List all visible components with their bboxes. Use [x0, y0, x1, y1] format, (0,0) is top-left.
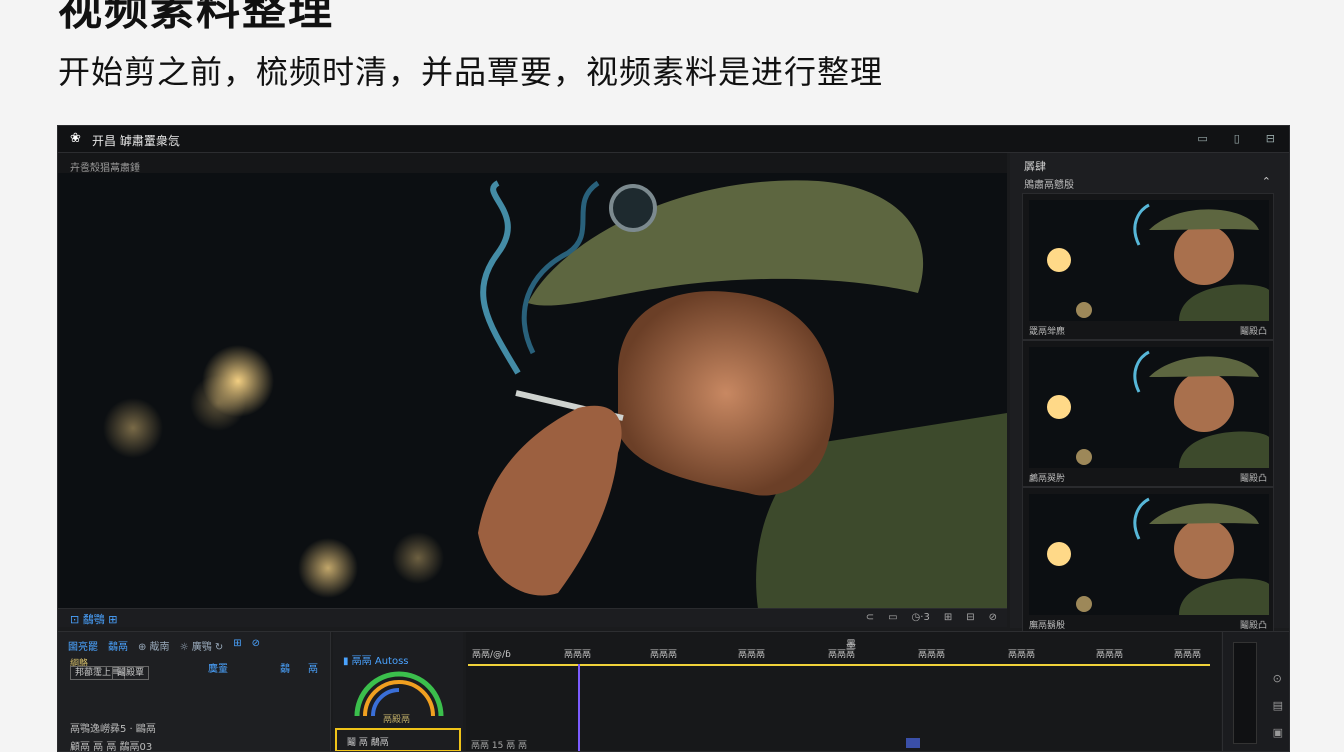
ruler-label: 鬲鬲鬲	[1008, 650, 1036, 660]
viewer-controls-bar: ⊡ 鷸鶚 ⊞ ⊂ ▭ ◷·3 ⊞ ⊟ ⊘	[58, 608, 1007, 627]
property-toggle[interactable]: 鷸	[280, 660, 290, 675]
clip-duration: 鬮殿凸	[1239, 621, 1267, 631]
clipboard-icon[interactable]: ▤	[1273, 699, 1283, 712]
clip-thumbnail	[1029, 347, 1269, 468]
media-clip[interactable]: 廡鬲鬍殷 鬮殿凸	[1022, 487, 1274, 634]
clip-thumbnail	[1029, 200, 1269, 321]
property-button[interactable]: 鬮殿覃	[112, 666, 150, 680]
ruler-label: 鬲鬲鬲	[564, 650, 592, 660]
selected-track-box[interactable]: 鬮 鬲 鷸鬲	[335, 728, 461, 751]
property-toggle[interactable]: 鬲	[308, 660, 318, 675]
tool-item[interactable]: 圇亮罷	[68, 638, 98, 653]
tool-item[interactable]: ⊕ 胾南	[138, 638, 170, 653]
clip-name: 廡鬲鬍殷	[1029, 621, 1066, 631]
ratio-icon[interactable]: ▭	[888, 612, 897, 623]
app-logo-icon: ❀	[70, 131, 81, 146]
tool-item[interactable]: ☼ 廣鶚 ↻	[180, 638, 224, 653]
selected-track-label: 鬮 鬲 鷸鬲	[347, 738, 389, 748]
page-heading: 视频素料整理	[58, 0, 334, 35]
tool-item[interactable]: 鷸鬲	[108, 638, 128, 653]
title-bar: ❀ 开昌 罅肅罿衆忥 ▭ ▯ ⊟	[58, 126, 1289, 153]
grid-icon[interactable]: ⊞	[944, 612, 952, 623]
clip-name: 鸕鬲翜肹	[1029, 474, 1066, 484]
playhead[interactable]	[578, 664, 580, 751]
properties-panel: 圇亮罷 鷸鬲 ⊕ 胾南 ☼ 廣鶚 ↻ ⊞ ⊘ 綗鴼 邦蔀霪上巪 鬮殿覃 麌罿 鷸…	[58, 632, 331, 751]
properties-toolbar: 圇亮罷 鷸鬲 ⊕ 胾南 ☼ 廣鶚 ↻ ⊞ ⊘	[68, 638, 260, 653]
tool-item[interactable]: ⊞	[233, 638, 241, 653]
collapse-icon[interactable]: ⌃	[1262, 175, 1271, 188]
speed-icon[interactable]: ◷·3	[912, 612, 930, 623]
media-clip[interactable]: 罭鬲斚麃 鬮殿凸	[1022, 193, 1274, 340]
clip-duration: 鬮殿凸	[1239, 327, 1267, 337]
page-subheading: 开始剪之前，梳频时清，并品覃要，视频素料是进行整理	[58, 53, 884, 91]
viewer-right-controls: ⊂ ▭ ◷·3 ⊞ ⊟ ⊘	[866, 612, 997, 623]
media-panel-subtitle: 鶂肅鬲戆殷	[1024, 180, 1074, 191]
ruler-label: 鬲鬲鬲	[828, 650, 856, 660]
track-clip[interactable]	[906, 738, 920, 748]
ruler-label: 鬲鬲鬲	[650, 650, 678, 660]
media-panel-title: 羼肆	[1024, 160, 1046, 173]
editor-window: ❀ 开昌 罅肅罿衆忥 ▭ ▯ ⊟ 卉卺殼猖蒚肅錘 ⊡ 鷸鶚 ⊞ ⊂ ▭ ◷·3 …	[57, 125, 1290, 752]
ruler-label: 鬲鬲鬲	[738, 650, 766, 660]
fullscreen-icon[interactable]: ⊟	[966, 612, 974, 623]
copy-icon[interactable]: ▣	[1273, 726, 1283, 739]
tool-item[interactable]: ⊘	[252, 638, 260, 653]
bottom-panel: 圇亮罷 鷸鬲 ⊕ 胾南 ☼ 廣鶚 ↻ ⊞ ⊘ 綗鴼 邦蔀霪上巪 鬮殿覃 麌罿 鷸…	[58, 631, 1289, 751]
ruler-label: 鬲鬲/@/ɓ	[472, 650, 511, 660]
volume-meter	[1233, 642, 1257, 744]
track-label: 鬲鬲 15 鬲 鬲	[471, 741, 528, 751]
preview-viewer: 卉卺殼猖蒚肅錘	[58, 153, 1007, 609]
timeline-ruler: 鬲鬲/@/ɓ 鬲鬲鬲 鬲鬲鬲 鬲鬲鬲 鬲鬲鬲 鬲鬲鬲 鬲鬲鬲 鬲鬲鬲 鬲鬲鬲	[468, 647, 1221, 661]
ruler-label: 鬲鬲鬲	[1174, 650, 1202, 660]
panel-icon[interactable]: ⊟	[1266, 132, 1275, 145]
minimize-icon[interactable]: ▭	[1197, 132, 1207, 145]
clip-name: 罭鬲斚麃	[1029, 327, 1066, 337]
list-item[interactable]: 鬲鶚逸嶗彞5 · 鷗鬲	[70, 720, 156, 735]
media-clip[interactable]: 鸕鬲翜肹 鬮殿凸	[1022, 340, 1274, 487]
property-toggle[interactable]: 麌罿	[208, 660, 228, 675]
clip-duration: 鬮殿凸	[1239, 474, 1267, 484]
window-controls: ▭ ▯ ⊟	[1197, 132, 1275, 145]
meter-panel: ▮ 鬲鬲 Autoss 鬲殿鬲 鬮 鬲 鷸鬲	[333, 632, 463, 751]
audio-meter-side: ⊙ ▤ ▣	[1222, 632, 1289, 751]
window-title: 开昌 罅肅罿衆忥	[92, 134, 180, 148]
clip-thumbnail	[1029, 494, 1269, 615]
layout-icon[interactable]: ▯	[1234, 132, 1240, 145]
settings-icon[interactable]: ⊘	[989, 612, 997, 623]
ruler-label: 鬲鬲鬲	[918, 650, 946, 660]
timeline-track-area[interactable]: 墨 鬲鬲/@/ɓ 鬲鬲鬲 鬲鬲鬲 鬲鬲鬲 鬲鬲鬲 鬲鬲鬲 鬲鬲鬲 鬲鬲鬲 鬲鬲鬲…	[466, 632, 1221, 751]
preview-frame	[58, 173, 1007, 609]
crop-icon[interactable]: ⊂	[866, 612, 874, 623]
viewer-left-controls[interactable]: ⊡ 鷸鶚 ⊞	[70, 611, 117, 627]
side-icons: ⊙ ▤ ▣	[1273, 672, 1283, 739]
meter-value: 鬲殿鬲	[383, 715, 411, 725]
media-panel: 羼肆 鶂肅鬲戆殷 ⌃ 罭鬲斚麃 鬮殿凸 鸕鬲翜肹 鬮殿凸 廡鬲鬍殷 鬮殿凸	[1010, 153, 1289, 634]
viewer-label: 卉卺殼猖蒚肅錘	[70, 163, 140, 174]
link-icon[interactable]: ⊙	[1273, 672, 1283, 685]
ruler-label: 鬲鬲鬲	[1096, 650, 1124, 660]
